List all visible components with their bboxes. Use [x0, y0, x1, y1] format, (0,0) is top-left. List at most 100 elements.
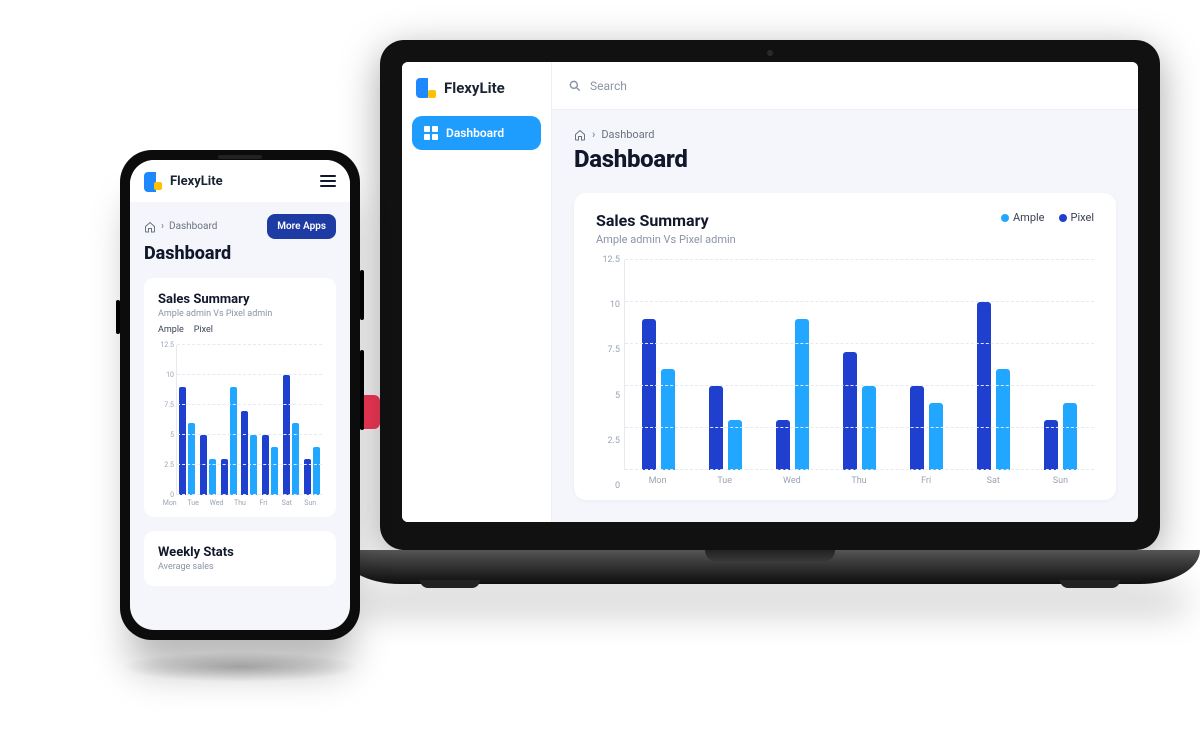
search-input[interactable]: Search: [590, 79, 627, 93]
bar-ample[interactable]: [271, 447, 278, 495]
legend-pixel[interactable]: Pixel: [1059, 211, 1094, 224]
y-tick: 2.5: [596, 436, 620, 446]
card-subtitle: Ample admin Vs Pixel admin: [596, 233, 736, 246]
x-label: Sat: [278, 499, 296, 507]
search-icon[interactable]: [568, 79, 582, 93]
breadcrumb: › Dashboard: [574, 128, 1116, 141]
bar-pixel[interactable]: [241, 411, 248, 495]
mobile-header: FlexyLite: [130, 160, 350, 202]
main-area: Search › Dashboard Dashboard: [552, 62, 1138, 522]
dashboard-grid-icon: [424, 126, 438, 140]
brand-name: FlexyLite: [444, 79, 505, 97]
desktop-viewport: FlexyLite Dashboard Search: [402, 62, 1138, 522]
breadcrumb: › Dashboard: [144, 221, 217, 233]
legend-ample[interactable]: Ample: [158, 325, 184, 335]
x-label: Mon: [638, 476, 678, 486]
brand-row[interactable]: FlexyLite: [402, 62, 551, 112]
logo-icon: [416, 78, 436, 98]
brand-row[interactable]: FlexyLite: [144, 172, 223, 190]
card-title: Sales Summary: [158, 292, 322, 307]
bar-ample[interactable]: [250, 435, 257, 495]
bar-pixel[interactable]: [262, 435, 269, 495]
bar-group: [261, 435, 279, 495]
y-tick: 0: [158, 491, 174, 499]
bar-group: [974, 302, 1014, 470]
y-tick: 7.5: [158, 401, 174, 409]
bar-group: [1041, 403, 1081, 470]
x-label: Sun: [1040, 476, 1080, 486]
laptop-device: FlexyLite Dashboard Search: [380, 40, 1160, 584]
bar-ample[interactable]: [313, 447, 320, 495]
sidebar-nav: Dashboard: [402, 112, 551, 154]
card-title: Weekly Stats: [158, 545, 322, 560]
y-tick: 5: [596, 391, 620, 401]
bar-pixel[interactable]: [283, 375, 290, 495]
x-label: Wed: [208, 499, 226, 507]
bar-group: [907, 386, 947, 470]
menu-icon[interactable]: [320, 175, 336, 187]
y-tick: 12.5: [158, 341, 174, 349]
more-apps-button[interactable]: More Apps: [267, 214, 336, 239]
card-title: Sales Summary: [596, 211, 736, 230]
legend-pixel[interactable]: Pixel: [194, 325, 213, 335]
laptop-base: [340, 550, 1200, 584]
sidebar-item-dashboard[interactable]: Dashboard: [412, 116, 541, 150]
y-tick: 10: [158, 371, 174, 379]
bar-pixel[interactable]: [843, 352, 857, 470]
x-label: Fri: [906, 476, 946, 486]
bar-group: [240, 411, 258, 495]
bar-group: [303, 447, 321, 495]
bar-ample[interactable]: [862, 386, 876, 470]
sales-summary-card: Sales Summary Ample admin Vs Pixel admin…: [144, 278, 336, 517]
card-subtitle: Ample admin Vs Pixel admin: [158, 309, 322, 319]
brand-name: FlexyLite: [170, 174, 223, 189]
y-tick: 2.5: [158, 461, 174, 469]
camera-dot: [767, 50, 773, 56]
page-title: Dashboard: [574, 145, 1116, 173]
x-label: Thu: [839, 476, 879, 486]
x-label: Mon: [161, 499, 179, 507]
bar-group: [199, 435, 217, 495]
home-icon[interactable]: [574, 129, 586, 141]
bar-group: [639, 319, 679, 470]
breadcrumb-sep: ›: [161, 221, 164, 232]
x-label: Sun: [301, 499, 319, 507]
y-tick: 10: [596, 300, 620, 310]
sales-summary-card: Sales Summary Ample admin Vs Pixel admin…: [574, 193, 1116, 500]
weekly-stats-card: Weekly Stats Average sales: [144, 531, 336, 586]
home-icon[interactable]: [144, 221, 156, 233]
chart-legend: Ample Pixel: [1001, 211, 1094, 224]
y-tick: 12.5: [596, 255, 620, 265]
chart-legend: Ample Pixel: [158, 325, 322, 335]
sales-chart: 02.557.51012.5 MonTueWedThuFriSatSun: [596, 260, 1094, 486]
breadcrumb-sep: ›: [592, 128, 595, 141]
y-tick: 5: [158, 431, 174, 439]
bar-pixel[interactable]: [642, 319, 656, 470]
legend-ample[interactable]: Ample: [1001, 211, 1045, 224]
bar-pixel[interactable]: [200, 435, 207, 495]
sales-chart: 02.557.51012.5: [176, 345, 322, 495]
bar-pixel[interactable]: [910, 386, 924, 470]
bar-ample[interactable]: [795, 319, 809, 470]
bar-ample[interactable]: [929, 403, 943, 470]
breadcrumb-current[interactable]: Dashboard: [601, 128, 654, 141]
sidebar: FlexyLite Dashboard: [402, 62, 552, 522]
sidebar-item-label: Dashboard: [446, 126, 504, 140]
x-label: Fri: [254, 499, 272, 507]
x-label: Wed: [772, 476, 812, 486]
bar-group: [282, 375, 300, 495]
bar-pixel[interactable]: [709, 386, 723, 470]
card-subtitle: Average sales: [158, 562, 322, 572]
phone-device: FlexyLite › Dashboard More Apps Dashboar…: [120, 150, 360, 640]
mobile-viewport: FlexyLite › Dashboard More Apps Dashboar…: [130, 160, 350, 630]
logo-icon: [144, 172, 162, 190]
y-tick: 0: [596, 481, 620, 491]
topbar: Search: [552, 62, 1138, 110]
breadcrumb-current[interactable]: Dashboard: [169, 221, 217, 232]
bar-group: [706, 386, 746, 470]
phone-shadow: [120, 652, 360, 682]
bar-ample[interactable]: [1063, 403, 1077, 470]
bar-pixel[interactable]: [977, 302, 991, 470]
x-label: Tue: [184, 499, 202, 507]
x-label: Tue: [705, 476, 745, 486]
